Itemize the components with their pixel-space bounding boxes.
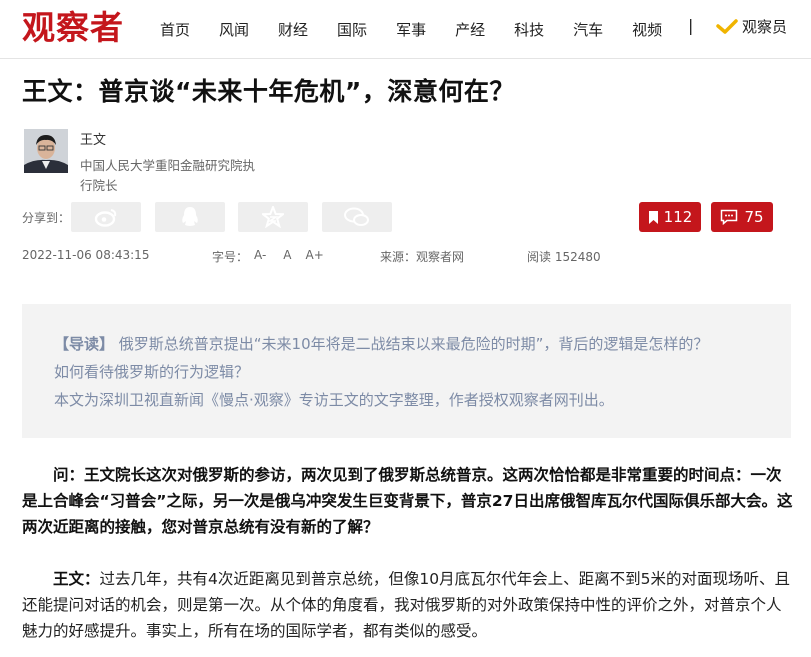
nav-item-auto[interactable]: 汽车 <box>573 19 603 40</box>
share-label: 分享到： <box>22 211 71 225</box>
weibo-icon <box>94 209 117 227</box>
read-count: 阅读 152480 <box>527 250 601 264</box>
font-size-increase[interactable]: A+ <box>306 248 324 265</box>
article-source: 来源：观察者网 <box>380 250 465 264</box>
nav-item-fengwen[interactable]: 风闻 <box>219 19 249 40</box>
nav-item-finance[interactable]: 财经 <box>278 19 308 40</box>
article-title: 王文：普京谈“未来十年危机”，深意何在？ <box>22 77 515 106</box>
author-avatar[interactable] <box>24 129 68 173</box>
bookmark-icon <box>648 210 658 224</box>
member-link[interactable]: 观察员 <box>716 16 787 37</box>
interview-answer: 王文：过去几年，共有4次近距离见到普京总统，但像10月底瓦尔代年会上、距离不到5… <box>22 566 794 644</box>
nav-item-tech[interactable]: 科技 <box>514 19 544 40</box>
nav-item-military[interactable]: 军事 <box>396 19 426 40</box>
font-size-label: 字号： <box>212 250 249 264</box>
intro-text-1: 俄罗斯总统普京提出“未来10年将是二战结束以来最危险的时期”，背后的逻辑是怎样的… <box>114 335 709 353</box>
author-name[interactable]: 王文 <box>80 129 106 148</box>
site-logo[interactable]: 观察者 <box>22 6 124 50</box>
comment-icon <box>721 209 738 225</box>
answer-text: 过去几年，共有4次近距离见到普京总统，但像10月底瓦尔代年会上、距离不到5米的对… <box>22 570 790 640</box>
font-size-control: 字号： A- A A+ <box>212 248 324 265</box>
answer-speaker: 王文： <box>53 570 100 588</box>
site-header: 观察者 首页 风闻 财经 国际 军事 产经 科技 汽车 视频 | 观察员 <box>0 0 811 58</box>
nav-item-industry[interactable]: 产经 <box>455 19 485 40</box>
comment-button[interactable]: 75 <box>711 202 773 232</box>
nav-item-video[interactable]: 视频 <box>632 19 662 40</box>
wechat-icon <box>344 207 369 226</box>
member-label: 观察员 <box>742 18 788 36</box>
qq-penguin-icon <box>182 207 198 226</box>
intro-lead: 【导读】 <box>54 335 115 353</box>
publish-datetime: 2022-11-06 08:43:15 <box>22 248 150 262</box>
font-size-default[interactable]: A <box>283 248 291 265</box>
share-qq-button[interactable] <box>155 202 225 232</box>
interview-question: 问：王文院长这次对俄罗斯的参访，两次见到了俄罗斯总统普京。这两次恰恰都是非常重要… <box>22 466 793 536</box>
comment-count: 75 <box>744 208 764 226</box>
checkmark-icon <box>716 18 738 34</box>
intro-line-1: 【导读】 俄罗斯总统普京提出“未来10年将是二战结束以来最危险的时期”，背后的逻… <box>54 330 791 358</box>
share-qzone-button[interactable] <box>238 202 308 232</box>
header-divider <box>0 58 811 59</box>
nav-item-home[interactable]: 首页 <box>160 19 190 40</box>
intro-text-3: 本文为深圳卫视直新闻《慢点·观察》专访王文的文字整理，作者授权观察者网刊出。 <box>54 391 614 409</box>
share-wechat-button[interactable] <box>322 202 392 232</box>
article-intro: 【导读】 俄罗斯总统普京提出“未来10年将是二战结束以来最危险的时期”，背后的逻… <box>22 304 791 438</box>
nav-item-international[interactable]: 国际 <box>337 19 367 40</box>
intro-text-2: 如何看待俄罗斯的行为逻辑？ <box>54 363 250 381</box>
bookmark-count: 112 <box>663 208 693 226</box>
star-icon <box>262 206 284 228</box>
nav-separator: | <box>688 16 694 35</box>
author-description: 中国人民大学重阳金融研究院执行院长 <box>80 158 256 193</box>
font-size-decrease[interactable]: A- <box>254 248 266 265</box>
main-nav: 首页 风闻 财经 国际 军事 产经 科技 汽车 视频 <box>160 16 691 42</box>
bookmark-button[interactable]: 112 <box>639 202 701 232</box>
share-weibo-button[interactable] <box>71 202 141 232</box>
